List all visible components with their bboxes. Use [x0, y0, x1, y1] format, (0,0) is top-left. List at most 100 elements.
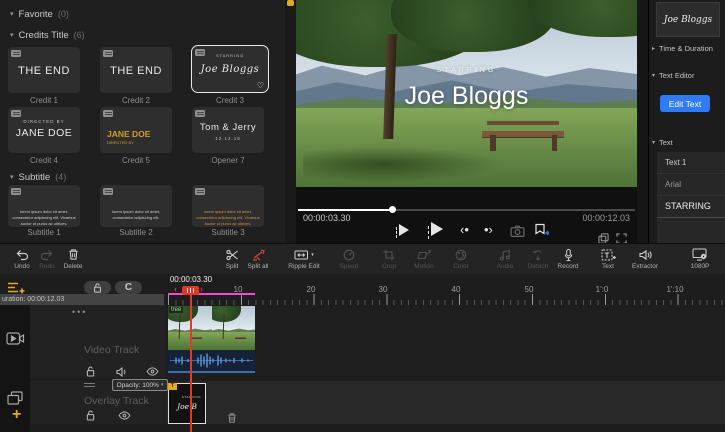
template-card-credit1[interactable]: THE END	[8, 47, 80, 93]
section-credits-title[interactable]: ▾ Credits Title (6)	[10, 29, 85, 41]
section-subtitle[interactable]: ▾ Subtitle (4)	[10, 171, 66, 183]
card-title: JANE DOE	[8, 127, 80, 139]
preview-title-text: Joe Bloggs	[296, 82, 637, 111]
collapse-arrow-icon: ▾	[10, 31, 14, 39]
panel-scrollbar[interactable]	[285, 0, 296, 243]
text-editor-section[interactable]: ▾ Text Editor	[652, 71, 694, 80]
selected-title-thumbnail[interactable]: Joe Bloggs	[656, 2, 720, 37]
scene-layer	[303, 146, 501, 183]
seek-knob[interactable]	[389, 206, 396, 213]
lock-icon	[86, 410, 95, 421]
snap-button[interactable]: C	[115, 281, 142, 294]
template-type-icon	[103, 50, 113, 57]
delete-button[interactable]: Delete	[51, 247, 95, 270]
color-button[interactable]: Color	[439, 247, 483, 270]
card-caption: Subtitle 1	[8, 228, 80, 237]
play-button[interactable]	[428, 222, 443, 239]
track-drag-handle[interactable]	[84, 383, 95, 384]
edit-text-button[interactable]: Edit Text	[660, 95, 710, 112]
ruler-tick-label: 40	[444, 285, 468, 294]
record-button[interactable]: Record	[546, 247, 590, 270]
palette-icon	[439, 247, 483, 262]
playhead-right-arrow-icon: ›	[200, 284, 203, 294]
camera-icon	[510, 225, 525, 237]
previous-edit-point-button[interactable]: ‹•	[460, 224, 469, 236]
template-card-credit4[interactable]: DIRECTED BY JANE DOE	[8, 107, 80, 153]
opacity-value: Opacity: 100%	[117, 382, 159, 389]
app-window: ▾ Favorite (0) ▾ Credits Title (6) THE E…	[0, 0, 725, 432]
card-subline: 12.12.19	[192, 136, 264, 141]
manage-tracks-button[interactable]	[7, 281, 26, 295]
extractor-button[interactable]: Extractor	[621, 247, 669, 270]
split-all-icon	[236, 247, 280, 262]
playhead-left-arrow-icon: ‹	[174, 284, 177, 294]
scrollbar-thumb[interactable]	[287, 0, 294, 6]
title-clip[interactable]: T STARRING Joe B	[168, 383, 206, 424]
template-type-icon	[11, 50, 21, 57]
title-clip-type-icon: T	[168, 383, 177, 390]
marker-plus-icon	[534, 223, 549, 237]
next-edit-point-button[interactable]: •›	[484, 224, 493, 236]
ruler-tick-label: 1':10	[663, 285, 687, 294]
video-clip[interactable]: tree	[168, 306, 255, 350]
lock-icon	[86, 366, 95, 377]
overlay-track-visibility-button[interactable]	[118, 411, 131, 420]
ripple-edit-button[interactable]: ▾ Ripple Edit	[278, 247, 330, 270]
template-card-credit5[interactable]: JANE DOE DIRECTED BY	[100, 107, 172, 153]
export-resolution-button[interactable]: 1080P	[676, 247, 724, 270]
speed-button[interactable]: Speed	[327, 247, 371, 270]
collapse-arrow-icon: ▾	[652, 72, 655, 79]
text-value-item[interactable]: STARRING	[657, 196, 725, 218]
speed-gauge-icon	[327, 247, 371, 262]
properties-panel: Joe Bloggs ▸ Time & Duration ▾ Text Edit…	[648, 0, 725, 243]
template-card-opener7[interactable]: Tom & Jerry 12.12.19	[192, 107, 264, 153]
card-title: THE END	[100, 65, 172, 77]
opacity-badge[interactable]: Opacity: 100% ▾	[112, 379, 168, 391]
add-track-plus-button[interactable]: +	[12, 408, 21, 422]
track-menu-dots[interactable]: •••	[72, 307, 87, 317]
template-card-subtitle3[interactable]: lorem ipsum dolor sit amet, consectetur …	[192, 185, 264, 227]
template-card-credit3-selected[interactable]: STARRING Joe Bloggs ♡	[192, 46, 268, 92]
thumbnail-title-text: Joe Bloggs	[664, 15, 712, 25]
template-card-subtitle1[interactable]: lorem ipsum dolor sit amet, consectetur …	[8, 185, 80, 227]
ruler-tick-label: 1':0	[590, 285, 614, 294]
video-track-mute-button[interactable]	[116, 367, 128, 377]
section-favorite[interactable]: ▾ Favorite (0)	[10, 8, 69, 20]
font-name-item[interactable]: Arial	[657, 174, 725, 196]
card-caption: Credit 2	[100, 96, 172, 105]
video-track-lock-button[interactable]	[86, 366, 95, 377]
timeline-ruler[interactable]	[168, 294, 725, 305]
clip-audio-baseline	[168, 371, 255, 373]
time-duration-section[interactable]: ▸ Time & Duration	[652, 44, 713, 53]
collapse-arrow-icon: ▾	[10, 10, 14, 18]
card-caption: Credit 1	[8, 96, 80, 105]
trash-icon	[227, 412, 237, 424]
template-type-icon	[11, 188, 21, 195]
overlay-track-lane[interactable]	[166, 381, 725, 424]
snapshot-button[interactable]	[510, 225, 525, 237]
ruler-tick-label: 30	[371, 285, 395, 294]
add-marker-button[interactable]	[534, 223, 549, 237]
video-track-visibility-button[interactable]	[146, 367, 159, 376]
overlay-track-lock-button[interactable]	[86, 410, 95, 421]
playhead-handle[interactable]	[182, 286, 199, 295]
template-card-credit2[interactable]: THE END	[100, 47, 172, 93]
section-count: (6)	[74, 30, 85, 40]
clip-thumb-layer	[212, 332, 256, 350]
preview-video-frame[interactable]: STARRING Joe Bloggs	[296, 0, 637, 187]
play-to-end-button[interactable]	[396, 224, 409, 239]
play-icon	[399, 224, 409, 236]
card-eyebrow: STARRING	[192, 53, 268, 58]
text-layer-item[interactable]: Text 1	[657, 152, 725, 174]
text-layers-list: Text 1 Arial STARRING	[657, 152, 725, 243]
card-caption: Credit 5	[100, 156, 172, 165]
template-card-subtitle2[interactable]: lorem ipsum dolor sit amet, consectetur …	[100, 185, 172, 227]
lock-track-button[interactable]	[84, 281, 111, 294]
favorite-heart-icon[interactable]: ♡	[257, 81, 264, 90]
card-subline: DIRECTED BY	[107, 140, 134, 145]
delete-track-button[interactable]	[227, 412, 237, 424]
dropdown-caret-icon: ▾	[161, 382, 164, 388]
card-caption: Credit 3	[194, 96, 266, 105]
text-section[interactable]: ▾ Text	[652, 138, 673, 147]
split-all-button[interactable]: Split all	[236, 247, 280, 270]
